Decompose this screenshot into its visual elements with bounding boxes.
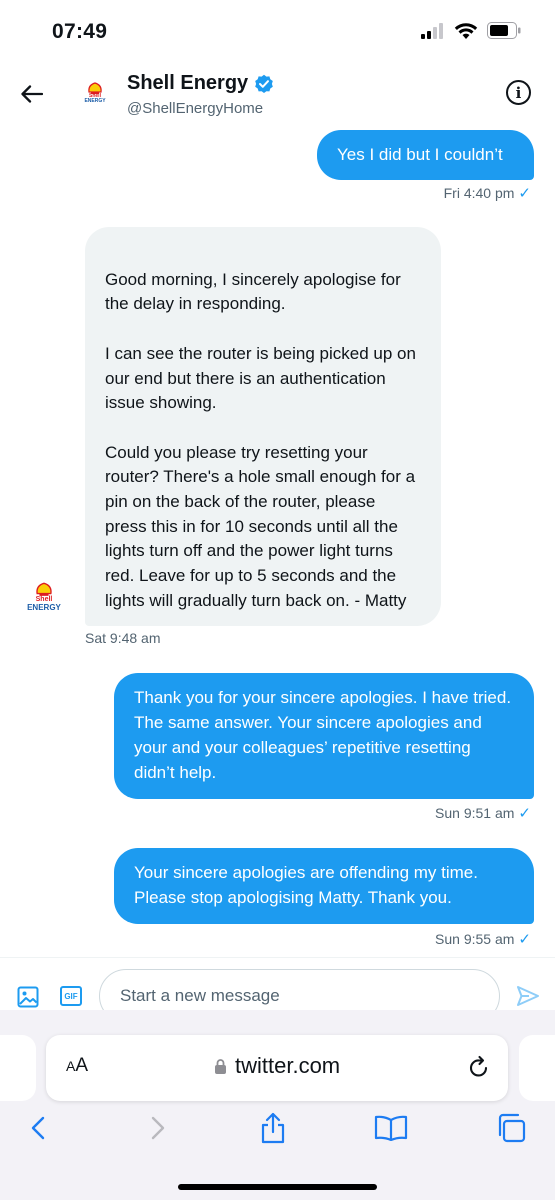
- message-meta: Fri 4:40 pm ✓: [444, 184, 531, 202]
- url-text: twitter.com: [235, 1053, 341, 1078]
- gif-icon[interactable]: GIF: [60, 986, 82, 1006]
- reload-icon[interactable]: [468, 1055, 490, 1079]
- message-bubble-incoming[interactable]: Good morning, I sincerely apologise for …: [85, 227, 441, 626]
- url-display[interactable]: twitter.com: [214, 1053, 340, 1079]
- back-chevron-icon: [31, 1116, 45, 1140]
- next-tab-card[interactable]: [519, 1035, 555, 1101]
- wifi-icon: [454, 23, 478, 39]
- browser-chrome: AA twitter.com: [0, 1010, 555, 1200]
- image-icon[interactable]: [17, 986, 39, 1008]
- back-arrow-icon: [21, 85, 43, 103]
- message-timestamp: Fri 4:40 pm: [443, 185, 515, 201]
- browser-back-button[interactable]: [21, 1111, 55, 1145]
- message-bubble-outgoing[interactable]: Your sincere apologies are offending my …: [114, 848, 534, 924]
- message-bubble-outgoing[interactable]: Yes I did but I couldn’t: [317, 130, 534, 180]
- message-meta: Sun 9:55 am ✓: [435, 930, 531, 948]
- previous-tab-card[interactable]: [0, 1035, 36, 1101]
- conversation-header: Shell ENERGY Shell Energy @ShellEnergyHo…: [0, 60, 555, 130]
- bookmarks-icon: [374, 1115, 408, 1141]
- browser-forward-button[interactable]: [141, 1111, 175, 1145]
- message-text: Thank you for your sincere apologies. I …: [134, 688, 512, 782]
- tabs-button[interactable]: [494, 1111, 528, 1145]
- bookmarks-button[interactable]: [374, 1111, 408, 1145]
- sender-avatar[interactable]: Shell ENERGY: [22, 582, 66, 626]
- share-icon: [261, 1112, 285, 1144]
- tabs-icon: [498, 1113, 526, 1143]
- message-timestamp: Sun 9:51 am: [435, 805, 515, 821]
- status-icons: [421, 22, 521, 39]
- home-indicator[interactable]: [178, 1184, 377, 1190]
- lock-icon: [215, 1058, 226, 1074]
- message-text: Good morning, I sincerely apologise for …: [105, 269, 416, 610]
- sent-check-icon: ✓: [518, 805, 531, 822]
- sent-check-icon: ✓: [518, 931, 531, 948]
- message-timestamp: Sat 9:48 am: [85, 630, 161, 646]
- address-bar[interactable]: AA twitter.com: [46, 1035, 508, 1101]
- info-icon[interactable]: i: [506, 80, 531, 105]
- share-button[interactable]: [256, 1111, 290, 1145]
- shell-logo-icon: [36, 582, 52, 596]
- verified-badge-icon: [255, 74, 273, 93]
- message-bubble-outgoing[interactable]: Thank you for your sincere apologies. I …: [114, 673, 534, 799]
- message-timestamp: Sun 9:55 am: [435, 931, 515, 947]
- forward-chevron-icon: [151, 1116, 165, 1140]
- message-text: Your sincere apologies are offending my …: [134, 863, 478, 907]
- sent-check-icon: ✓: [518, 185, 531, 202]
- header-avatar[interactable]: Shell ENERGY: [72, 70, 118, 116]
- reader-settings-button[interactable]: AA: [66, 1055, 88, 1077]
- status-bar: 07:49: [0, 0, 555, 60]
- battery-icon: [487, 22, 521, 39]
- account-handle: @ShellEnergyHome: [127, 100, 264, 117]
- header-name-row[interactable]: Shell Energy: [127, 72, 274, 95]
- message-meta: Sun 9:51 am ✓: [435, 804, 531, 822]
- signal-icon: [421, 22, 443, 39]
- status-time: 07:49: [52, 20, 108, 43]
- back-button[interactable]: [14, 76, 50, 112]
- message-text: Yes I did but I couldn’t: [337, 145, 503, 164]
- account-name: Shell Energy: [127, 72, 249, 94]
- send-icon[interactable]: [517, 986, 539, 1006]
- browser-toolbar: [0, 1105, 555, 1155]
